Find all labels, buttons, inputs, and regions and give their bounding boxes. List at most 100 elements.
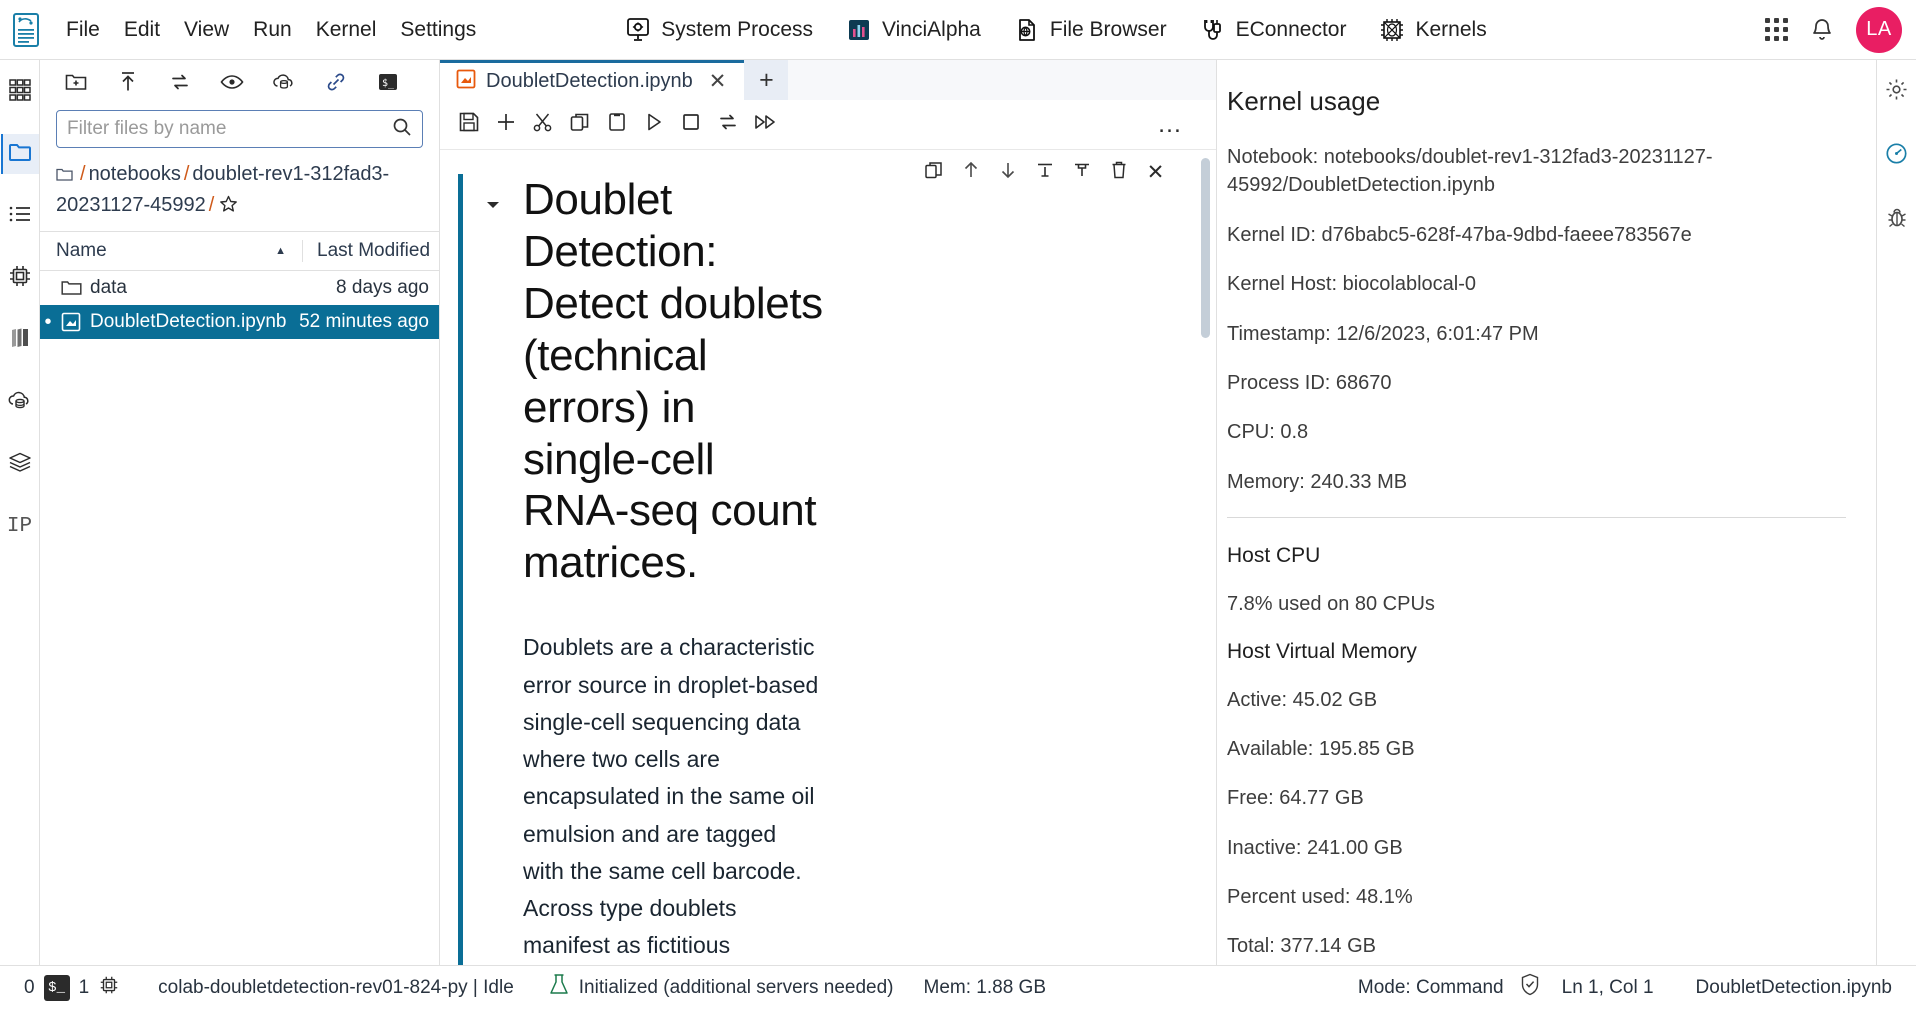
sidebar-item-layers[interactable] bbox=[1, 444, 39, 484]
kernel-process-id: Process ID: 68670 bbox=[1227, 371, 1392, 394]
chip-icon bbox=[98, 974, 120, 1002]
stop-square-icon bbox=[680, 111, 702, 138]
kernel-memory: Memory: 240.33 MB bbox=[1227, 470, 1408, 493]
sidebar-item-file-browser[interactable] bbox=[0, 134, 39, 174]
cell-collapser[interactable] bbox=[463, 174, 523, 965]
file-browser-panel: $_ /notebo bbox=[40, 60, 440, 965]
close-cell-toolbar-button[interactable]: ✕ bbox=[1137, 156, 1174, 188]
sidebar-item-cloud-storage[interactable] bbox=[1, 382, 39, 422]
terminal-button[interactable]: $_ bbox=[362, 64, 414, 104]
move-cell-up-button[interactable] bbox=[952, 156, 989, 188]
paste-cell-button[interactable] bbox=[598, 106, 635, 144]
svg-text:$_: $_ bbox=[382, 78, 395, 89]
upload-button[interactable] bbox=[102, 64, 154, 104]
insert-cell-above-button[interactable] bbox=[1026, 156, 1063, 188]
new-tab-button[interactable]: + bbox=[744, 60, 789, 100]
duplicate-cell-button[interactable] bbox=[915, 156, 952, 188]
sidebar-item-kernel-usage[interactable] bbox=[1878, 136, 1916, 176]
status-trust[interactable] bbox=[1512, 973, 1548, 1002]
column-header-last-modified[interactable]: Last Modified bbox=[302, 240, 439, 262]
save-icon bbox=[458, 111, 480, 138]
restart-kernel-button[interactable] bbox=[709, 106, 746, 144]
interrupt-kernel-button[interactable] bbox=[672, 106, 709, 144]
eye-icon bbox=[220, 73, 244, 96]
sidebar-item-running[interactable] bbox=[1, 196, 39, 236]
column-header-name[interactable]: Name ▲ bbox=[40, 240, 302, 262]
shortcut-file-browser[interactable]: File Browser bbox=[997, 10, 1183, 50]
terminal-icon: $_ bbox=[43, 974, 70, 1001]
layers-icon bbox=[8, 451, 32, 478]
sidebar-item-kernels[interactable] bbox=[1, 258, 39, 298]
copy-link-button[interactable] bbox=[310, 64, 362, 104]
status-mode[interactable]: Mode: Command bbox=[1350, 977, 1512, 999]
sidebar-item-ip[interactable]: IP bbox=[1, 506, 39, 546]
kernel-id: Kernel ID: d76babc5-628f-47ba-9dbd-faeee… bbox=[1227, 223, 1692, 246]
shortcut-kernels[interactable]: Kernels bbox=[1362, 10, 1502, 50]
vmem-active: Active: 45.02 GB bbox=[1227, 688, 1378, 711]
avatar[interactable]: LA bbox=[1856, 6, 1902, 53]
status-terminals[interactable]: 0 $_ 1 bbox=[16, 974, 128, 1002]
delete-cell-button[interactable] bbox=[1100, 156, 1137, 188]
grid-squares-icon bbox=[8, 78, 31, 106]
shortcut-vincialpha[interactable]: VinciAlpha bbox=[829, 10, 997, 50]
stack-books-icon bbox=[8, 327, 32, 354]
menu-settings[interactable]: Settings bbox=[388, 12, 488, 48]
copy-cell-button[interactable] bbox=[561, 106, 598, 144]
more-options-button[interactable]: … bbox=[1151, 106, 1188, 144]
bug-icon bbox=[1886, 206, 1908, 234]
restart-run-all-button[interactable] bbox=[746, 106, 783, 144]
shortcut-econnector[interactable]: EConnector bbox=[1183, 10, 1363, 50]
sidebar-item-extensions[interactable] bbox=[1, 320, 39, 360]
move-cell-down-button[interactable] bbox=[989, 156, 1026, 188]
copy-icon bbox=[569, 111, 591, 138]
cut-cell-button[interactable] bbox=[524, 106, 561, 144]
star-outline-icon[interactable] bbox=[219, 194, 238, 223]
sort-ascending-icon: ▲ bbox=[275, 245, 286, 257]
shortcut-system-process[interactable]: System Process bbox=[608, 10, 829, 50]
insert-cell-below-button[interactable] bbox=[1063, 156, 1100, 188]
vmem-total: Total: 377.14 GB bbox=[1227, 935, 1376, 958]
sidebar-item-launcher[interactable] bbox=[1, 72, 39, 112]
server-status-text: Initialized (additional servers needed) bbox=[578, 976, 894, 998]
sidebar-item-property-inspector[interactable] bbox=[1878, 72, 1916, 112]
notebook-scroll-container[interactable]: ✕ Doublet Detection: Detect doublets (te… bbox=[440, 150, 1216, 965]
menu-edit[interactable]: Edit bbox=[112, 12, 172, 48]
bell-icon[interactable] bbox=[1810, 17, 1834, 43]
insert-cell-button[interactable] bbox=[487, 106, 524, 144]
sidebar-item-debugger[interactable] bbox=[1878, 200, 1916, 240]
host-cpu-value: 7.8% used on 80 CPUs bbox=[1227, 593, 1435, 616]
menu-view[interactable]: View bbox=[172, 12, 241, 48]
shortcut-label: VinciAlpha bbox=[882, 17, 981, 41]
save-button[interactable] bbox=[450, 106, 487, 144]
cloud-sync-button[interactable] bbox=[258, 64, 310, 104]
menu-kernel[interactable]: Kernel bbox=[304, 12, 389, 48]
menu-run[interactable]: Run bbox=[241, 12, 304, 48]
list-item[interactable]: • DoubletDetection.ipynb 52 minutes ago bbox=[40, 305, 439, 339]
status-cursor-position[interactable]: Ln 1, Col 1 bbox=[1554, 977, 1662, 999]
preview-button[interactable] bbox=[206, 64, 258, 104]
search-input[interactable] bbox=[67, 118, 386, 140]
tab-doubletdetection[interactable]: DoubletDetection.ipynb ✕ bbox=[440, 60, 745, 100]
play-icon bbox=[643, 111, 665, 138]
panel-title: Kernel usage bbox=[1227, 86, 1381, 116]
trash-icon bbox=[1110, 160, 1128, 185]
filter-files-field[interactable] bbox=[56, 110, 423, 148]
menu-file[interactable]: File bbox=[54, 12, 112, 48]
apps-grid-icon[interactable] bbox=[1765, 18, 1788, 41]
new-folder-button[interactable] bbox=[50, 64, 102, 104]
top-menu-bar: File Edit View Run Kernel Settings Syste… bbox=[0, 0, 1916, 60]
breadcrumb-notebooks[interactable]: notebooks bbox=[89, 163, 181, 185]
status-kernel[interactable]: colab-doubletdetection-rev01-824-py | Id… bbox=[150, 977, 522, 999]
list-item[interactable]: data 8 days ago bbox=[40, 271, 439, 305]
jupyterlab-app: File Edit View Run Kernel Settings Syste… bbox=[0, 0, 1916, 1009]
close-icon[interactable]: ✕ bbox=[703, 69, 733, 94]
refresh-button[interactable] bbox=[154, 64, 206, 104]
tab-label: DoubletDetection.ipynb bbox=[486, 70, 693, 92]
list-icon bbox=[9, 205, 31, 228]
status-server[interactable]: Initialized (additional servers needed) bbox=[540, 973, 902, 1003]
notebook-toolbar: … bbox=[440, 100, 1216, 150]
cursor-text: Ln 1, Col 1 bbox=[1561, 976, 1654, 998]
run-cell-button[interactable] bbox=[635, 106, 672, 144]
notebook-cell-markdown[interactable]: Doublet Detection: Detect doublets (tech… bbox=[440, 150, 1216, 965]
folder-small-icon[interactable] bbox=[56, 162, 73, 191]
